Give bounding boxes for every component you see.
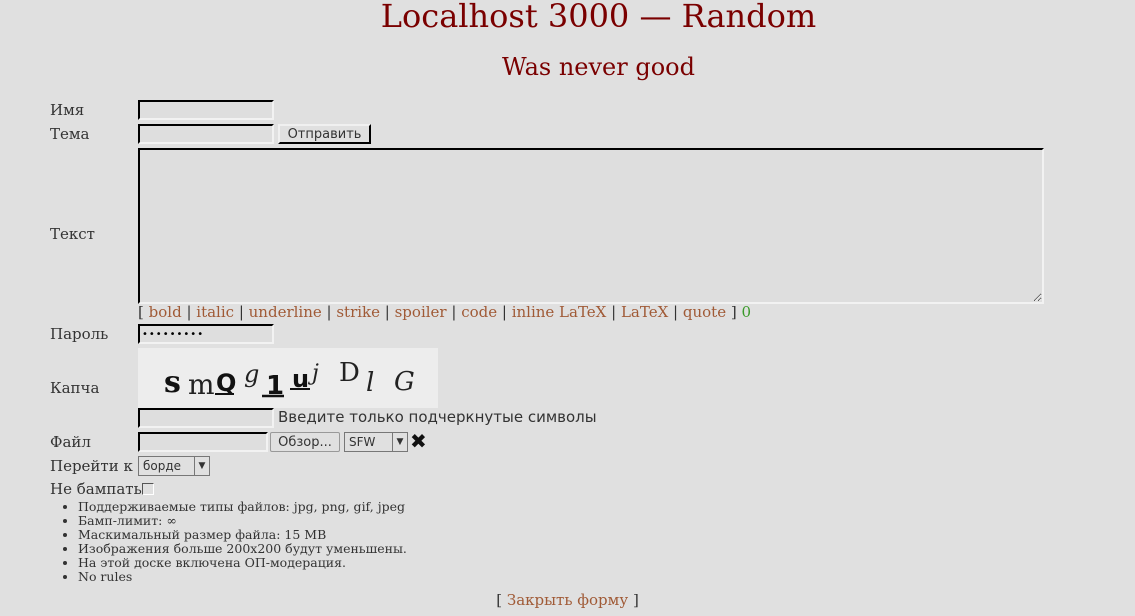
list-item: Маскимальный размер файла: 15 MB [78,528,407,542]
password-input[interactable] [138,324,274,344]
markup-spoiler-button[interactable]: spoiler [395,303,447,321]
captcha-char: s [164,365,181,400]
list-item: Бамп-лимит: ∞ [78,514,407,528]
password-label: Пароль [50,325,109,343]
rules-list: Поддерживаемые типы файлов: jpg, png, gi… [58,500,407,584]
markup-toolbar: [ bold | italic | underline | strike | s… [138,303,752,321]
captcha-char: G [394,367,415,397]
subject-label: Тема [50,125,90,143]
list-item: На этой доске включена ОП-модерация. [78,556,407,570]
markup-bold-button[interactable]: bold [149,303,182,321]
close-form-close-bracket: ] [632,591,639,609]
markup-inline-latex-button[interactable]: inline LaTeX [512,303,607,321]
close-form-open-bracket: [ [496,591,503,609]
captcha-label: Капча [50,379,100,397]
markup-italic-button[interactable]: italic [196,303,234,321]
subject-input[interactable] [138,124,274,144]
markup-quote-button[interactable]: quote [683,303,726,321]
file-label: Файл [50,433,91,451]
list-item: No rules [78,570,407,584]
message-textarea[interactable] [138,148,1044,304]
captcha-image[interactable]: s m Q g 1 u j D l G [138,348,438,408]
send-button[interactable]: Отправить [278,124,371,144]
goto-label: Перейти к [50,457,133,475]
captcha-char: l [366,368,374,398]
captcha-char: D [339,358,360,388]
close-form-link[interactable]: Закрыть форму [507,591,628,609]
markup-latex-button[interactable]: LaTeX [621,303,668,321]
markup-close-bracket: ] [730,303,737,321]
rating-select[interactable]: SFW ▼ [344,432,408,452]
list-item: Изображения больше 200x200 будут уменьше… [78,542,407,556]
browse-button[interactable]: Обзор... [270,432,340,452]
close-form-footer: [ Закрыть форму ] [0,591,1135,609]
nobump-label: Не бампать [50,480,142,498]
text-label: Текст [50,225,95,243]
page-subtitle: Was never good [502,53,695,81]
captcha-hint: Введите только подчеркнутые символы [278,408,597,426]
name-input[interactable] [138,100,274,120]
markup-code-button[interactable]: code [461,303,497,321]
chevron-down-icon: ▼ [392,433,407,451]
chevron-down-icon: ▼ [194,457,209,475]
markup-strike-button[interactable]: strike [336,303,380,321]
goto-select[interactable]: борде ▼ [138,456,210,476]
captcha-input[interactable] [138,408,274,428]
captcha-char: g [244,360,259,388]
close-icon[interactable]: ✖ [410,431,427,451]
markup-open-bracket: [ [138,303,144,321]
file-path-input[interactable] [138,432,268,452]
markup-underline-button[interactable]: underline [249,303,322,321]
name-label: Имя [50,101,85,119]
page-title: Localhost 3000 — Random [380,0,817,35]
captcha-char: m [188,368,215,401]
list-item: Поддерживаемые типы файлов: jpg, png, gi… [78,500,407,514]
rating-select-value: SFW [349,435,376,449]
captcha-char: Q [216,369,236,397]
nobump-checkbox[interactable] [142,483,154,495]
goto-select-value: борде [143,459,182,473]
char-counter: 0 [741,303,752,321]
